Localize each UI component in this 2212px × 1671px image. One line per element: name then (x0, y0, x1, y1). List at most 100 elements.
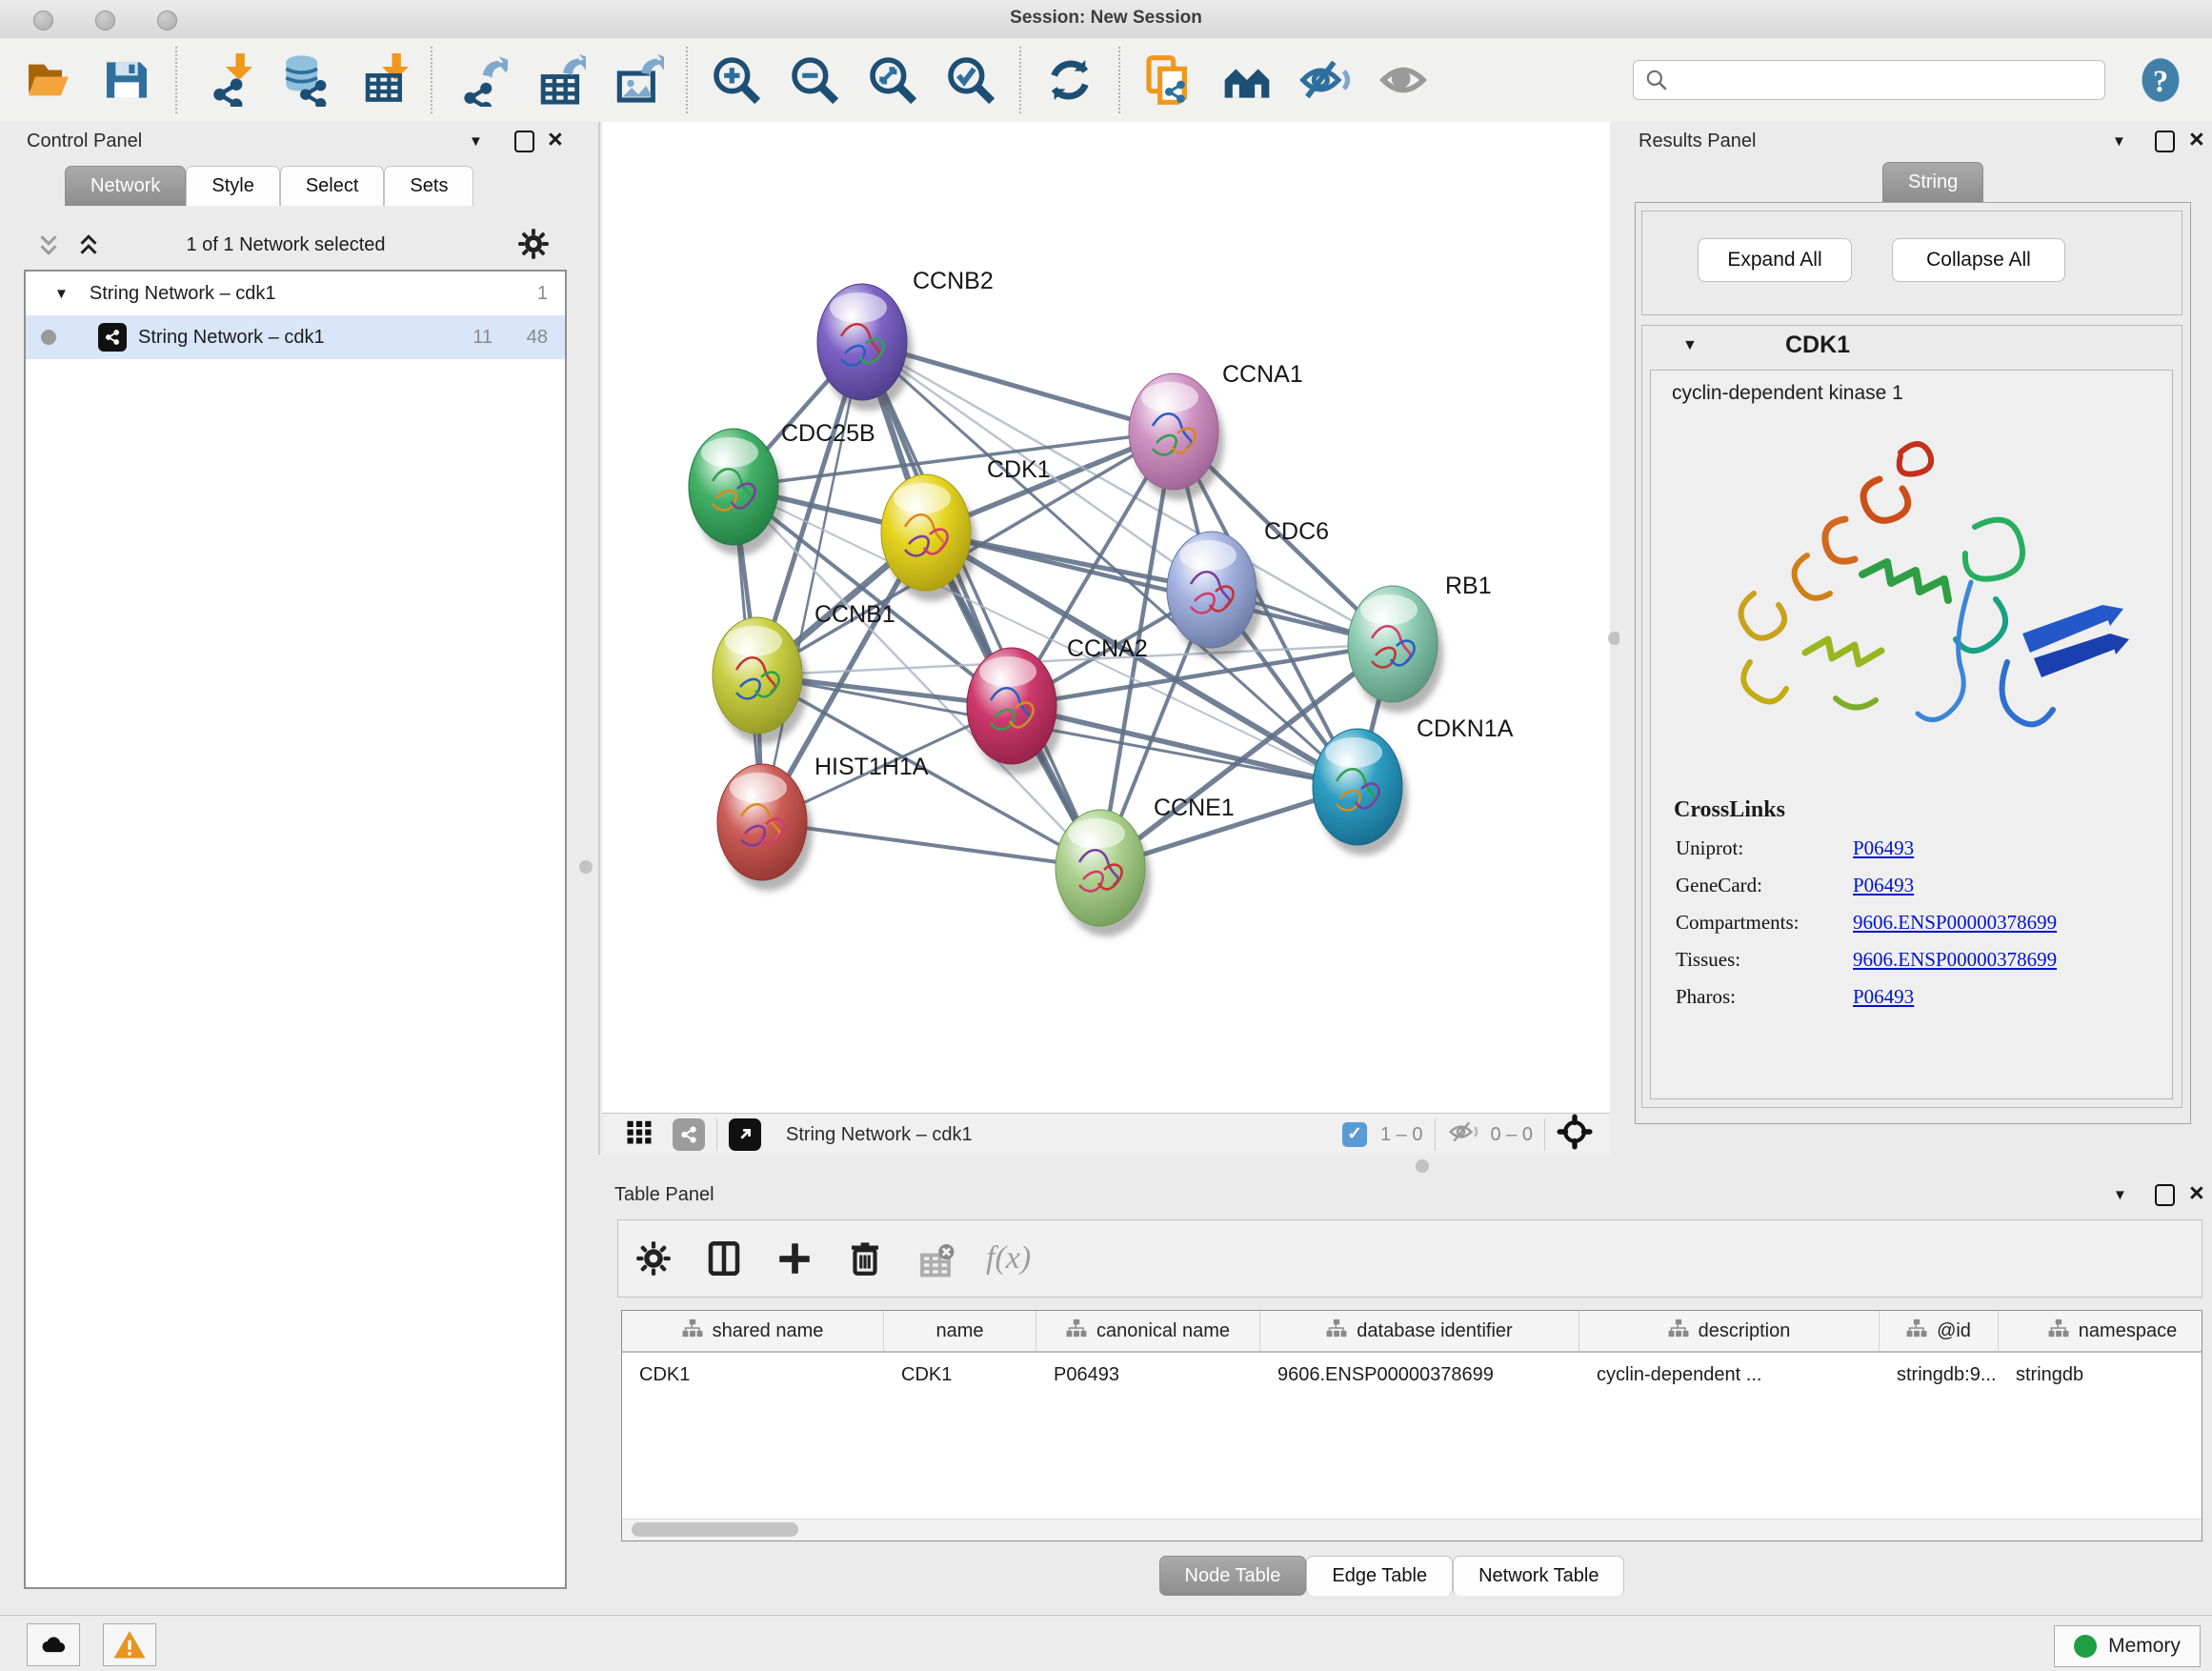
help-button[interactable]: ? (2136, 55, 2185, 105)
close-panel-icon[interactable]: × (2189, 131, 2204, 149)
crosslink-link[interactable]: P06493 (1853, 874, 1914, 897)
edge-CCNB2-HIST1H1A[interactable] (762, 342, 862, 822)
tree-expander-icon[interactable]: ▼ (54, 286, 69, 302)
scrollbar-thumb[interactable] (632, 1522, 798, 1537)
table-cell[interactable]: CDK1 (884, 1353, 1036, 1397)
close-panel-icon[interactable]: × (2189, 1184, 2204, 1202)
float-panel-icon[interactable] (2155, 131, 2175, 152)
crosslink-link[interactable]: P06493 (1853, 985, 1914, 1009)
float-panel-icon[interactable] (514, 131, 534, 152)
warning-status-button[interactable] (103, 1623, 156, 1666)
node-CCNE1[interactable]: CCNE1 (1056, 795, 1235, 936)
crosslink-link[interactable]: P06493 (1853, 836, 1914, 860)
left-splitter[interactable] (572, 122, 602, 1155)
control-panel-tabs: NetworkStyleSelectSets (65, 166, 473, 206)
function-builder-button[interactable]: f(x) (986, 1240, 1031, 1277)
first-neighbors-button[interactable] (1217, 49, 1277, 111)
table-row[interactable]: CDK1CDK1P064939606.ENSP00000378699cyclin… (622, 1353, 2202, 1397)
grid-view-icon[interactable] (625, 1117, 654, 1152)
column-header-databaseidentifier[interactable]: database identifier (1260, 1311, 1579, 1351)
table-cell[interactable]: cyclin-dependent ... (1579, 1353, 1880, 1397)
panel-menu-icon[interactable]: ▼ (2112, 133, 2126, 150)
export-image-button[interactable] (607, 49, 668, 111)
show-graphics-details-button[interactable] (1373, 49, 1434, 111)
save-session-button[interactable] (96, 49, 157, 111)
memory-indicator[interactable]: Memory (2054, 1625, 2201, 1667)
node-CDC25B[interactable]: CDC25B (689, 420, 875, 555)
clone-network-button[interactable] (1138, 49, 1199, 111)
protein-structure-image (1664, 413, 2160, 794)
column-header-canonicalname[interactable]: canonical name (1036, 1311, 1260, 1351)
expand-all-button[interactable]: Expand All (1698, 238, 1852, 282)
right-splitter[interactable] (1610, 122, 1619, 1155)
network-collection-row[interactable]: ▼ String Network – cdk1 1 (26, 272, 565, 315)
zoom-fit-button[interactable] (862, 49, 923, 111)
column-header-namespace[interactable]: namespace (1999, 1311, 2202, 1351)
node-CDC6[interactable]: CDC6 (1167, 518, 1329, 658)
splitter-handle[interactable] (579, 860, 593, 874)
node-RB1[interactable]: RB1 (1348, 573, 1492, 713)
table-cell[interactable]: CDK1 (622, 1353, 884, 1397)
tab-network-table[interactable]: Network Table (1453, 1556, 1624, 1596)
export-network-button[interactable] (451, 49, 512, 111)
show-columns-button[interactable] (704, 1238, 744, 1278)
crosslink-link[interactable]: 9606.ENSP00000378699 (1853, 911, 2057, 935)
float-panel-icon[interactable] (2155, 1184, 2175, 1206)
refresh-network-button[interactable] (1039, 49, 1100, 111)
import-network-file-button[interactable] (195, 49, 256, 111)
selected-checkbox-icon[interactable]: ✓ (1342, 1122, 1367, 1147)
tab-network[interactable]: Network (65, 166, 186, 206)
birds-eye-icon[interactable] (1557, 1114, 1593, 1156)
zoom-in-button[interactable] (706, 49, 767, 111)
search-input[interactable] (1633, 60, 2105, 100)
panel-menu-icon[interactable]: ▼ (469, 133, 483, 150)
zoom-out-button[interactable] (784, 49, 845, 111)
network-canvas[interactable]: CCNB2CCNA1CDC25BCDK1CDC6RB1CCNB1CCNA2CDK… (602, 122, 1610, 1113)
delete-column-button[interactable] (845, 1238, 885, 1278)
export-table-button[interactable] (529, 49, 590, 111)
node-CCNB2[interactable]: CCNB2 (817, 268, 994, 411)
tab-style[interactable]: Style (186, 166, 279, 206)
close-panel-icon[interactable]: × (548, 131, 563, 149)
splitter-handle[interactable] (1416, 1159, 1429, 1173)
tab-sets[interactable]: Sets (384, 166, 473, 206)
tab-edge-table[interactable]: Edge Table (1306, 1556, 1453, 1596)
crosslink-link[interactable]: 9606.ENSP00000378699 (1853, 948, 2057, 972)
table-cell[interactable]: 9606.ENSP00000378699 (1260, 1353, 1579, 1397)
table-cell[interactable]: P06493 (1036, 1353, 1260, 1397)
table-horizontal-scrollbar[interactable] (622, 1519, 2202, 1540)
node-CDKN1A[interactable]: CDKN1A (1313, 715, 1514, 856)
edge-CDK1-RB1[interactable] (926, 533, 1393, 644)
add-column-button[interactable] (774, 1238, 814, 1278)
tab-node-table[interactable]: Node Table (1159, 1556, 1307, 1596)
tab-string[interactable]: String (1882, 162, 1983, 202)
open-session-button[interactable] (18, 49, 79, 111)
node-HIST1H1A[interactable]: HIST1H1A (717, 754, 929, 891)
title-bar[interactable]: Session: New Session (0, 0, 2212, 39)
hide-graphics-details-button[interactable] (1295, 49, 1356, 111)
edge-HIST1H1A-CCNE1[interactable] (762, 822, 1100, 868)
table-splitter[interactable] (572, 1155, 2212, 1177)
zoom-selected-button[interactable] (940, 49, 1001, 111)
network-overview-icon[interactable] (673, 1118, 705, 1151)
table-settings-button[interactable] (633, 1238, 674, 1278)
network-options-button[interactable] (516, 227, 551, 264)
protein-expander-icon[interactable]: ▼ (1682, 337, 1698, 354)
column-header-description[interactable]: description (1579, 1311, 1880, 1351)
search-field[interactable] (1633, 60, 2105, 100)
collapse-all-button[interactable]: Collapse All (1892, 238, 2065, 282)
table-cell[interactable]: stringdb:9... (1880, 1353, 1999, 1397)
delete-table-button[interactable] (915, 1238, 955, 1278)
import-table-button[interactable] (352, 49, 412, 111)
table-cell[interactable]: stringdb (1999, 1353, 2202, 1397)
import-network-database-button[interactable] (273, 49, 334, 111)
detach-view-icon[interactable] (729, 1118, 761, 1151)
network-row[interactable]: String Network – cdk1 11 48 (26, 315, 565, 359)
tab-select[interactable]: Select (280, 166, 385, 206)
node-CCNA1[interactable]: CCNA1 (1129, 361, 1303, 500)
panel-menu-icon[interactable]: ▼ (2113, 1187, 2127, 1203)
column-header-id[interactable]: @id (1880, 1311, 1999, 1351)
cloud-status-button[interactable] (27, 1623, 80, 1666)
column-header-sharedname[interactable]: shared name (622, 1311, 884, 1351)
column-header-name[interactable]: name (884, 1311, 1036, 1351)
